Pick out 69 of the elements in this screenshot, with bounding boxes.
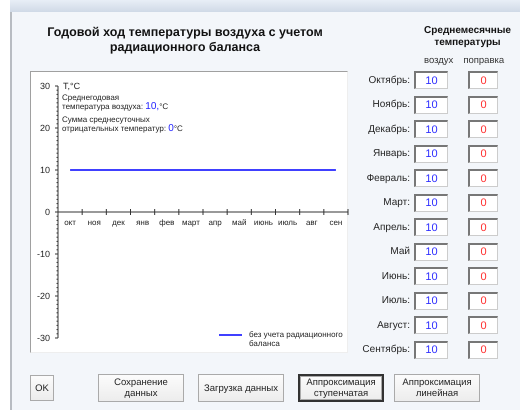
air-temperature-field[interactable]: 10 [414, 96, 448, 114]
month-label: Февраль: [366, 172, 410, 184]
x-tick-label: фев [159, 218, 174, 227]
month-label: Июль: [380, 295, 410, 306]
x-tick-label: дек [112, 218, 125, 227]
correction-field[interactable]: 0 [468, 340, 498, 359]
action-button[interactable]: Аппроксимация линейная [394, 374, 480, 402]
chart-title: Годовой ход температуры воздуха с учетом радиационного баланса [46, 24, 324, 56]
y-tick-label: 20 [40, 123, 50, 133]
month-label: Апрель: [372, 222, 410, 233]
correction-field[interactable]: 0 [468, 267, 498, 286]
y-tick-label: 10 [40, 165, 50, 175]
x-tick-label: окт [64, 218, 76, 227]
section-title: Среднемесячные температуры [423, 25, 512, 49]
air-temperature-field[interactable]: 10 [414, 316, 448, 334]
x-tick-label: май [232, 218, 246, 227]
air-temperature-field[interactable]: 10 [414, 71, 448, 90]
y-tick-label: 30 [40, 81, 50, 91]
air-temperature-field[interactable]: 10 [414, 292, 448, 310]
correction-field[interactable]: 0 [468, 71, 498, 90]
chart-annotation: Среднегодовая температура воздуха: 10,°C [62, 93, 168, 111]
month-label: Декабрь: [367, 124, 410, 135]
column-header: воздух [424, 55, 454, 66]
correction-field[interactable]: 0 [468, 292, 498, 310]
correction-field[interactable]: 0 [468, 144, 498, 163]
action-button[interactable]: OK [30, 375, 54, 401]
correction-field[interactable]: 0 [468, 194, 498, 212]
air-temperature-field[interactable]: 10 [414, 169, 448, 188]
legend-line [219, 334, 242, 336]
air-temperature-field[interactable]: 10 [414, 340, 448, 359]
month-label: Июнь: [380, 270, 410, 282]
month-label: Ноябрь: [372, 99, 410, 110]
x-tick-label: июль [278, 218, 298, 227]
y-tick-label: -30 [36, 333, 50, 343]
air-temperature-field[interactable]: 10 [414, 144, 448, 163]
x-tick-label: июнь [254, 218, 273, 227]
x-tick-label: авг [306, 218, 318, 227]
y-tick-label: -20 [36, 291, 50, 301]
correction-field[interactable]: 0 [468, 169, 498, 188]
air-temperature-field[interactable]: 10 [414, 194, 448, 212]
month-label: Сентябрь: [361, 344, 410, 356]
month-label: Октябрь: [367, 74, 410, 86]
correction-field[interactable]: 0 [468, 218, 498, 236]
air-temperature-field[interactable]: 10 [414, 242, 448, 261]
x-tick-label: апр [208, 218, 222, 227]
correction-field[interactable]: 0 [468, 96, 498, 114]
legend-label: без учета радиационного баланса [249, 330, 344, 348]
correction-field[interactable]: 0 [468, 242, 498, 261]
correction-field[interactable]: 0 [468, 120, 498, 138]
x-tick-label: март [182, 218, 200, 227]
air-temperature-field[interactable]: 10 [414, 218, 448, 236]
month-label: Январь: [372, 148, 410, 160]
action-button[interactable]: Аппроксимация ступенчатая [298, 374, 384, 402]
x-tick-label: ноя [88, 218, 101, 227]
column-header: поправка [463, 55, 504, 66]
action-button[interactable]: Загрузка данных [198, 374, 284, 402]
action-button[interactable]: Сохранение данных [98, 374, 184, 402]
y-axis-title: T,°C [63, 81, 80, 91]
x-tick-label: янв [136, 218, 150, 227]
air-temperature-field[interactable]: 10 [414, 267, 448, 286]
x-tick-label: сен [329, 218, 342, 227]
month-label: Май [389, 246, 410, 258]
air-temperature-field[interactable]: 10 [414, 120, 448, 138]
correction-field[interactable]: 0 [468, 316, 498, 334]
month-label: Март: [382, 197, 410, 208]
y-tick-label: -10 [36, 249, 50, 259]
y-tick-label: 0 [44, 207, 50, 217]
month-label: Август: [376, 320, 410, 331]
chart-annotation: Сумма среднесуточных отрицательных температур: 0°C [62, 115, 183, 133]
